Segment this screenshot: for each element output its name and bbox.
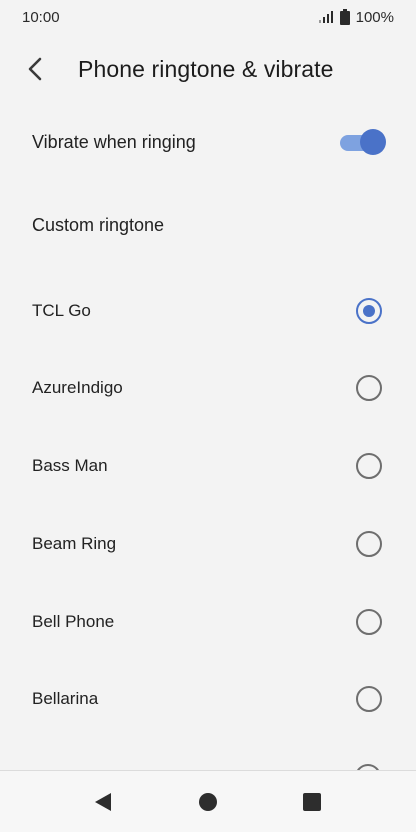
battery-level: 100% xyxy=(355,8,394,26)
status-bar: 10:00 100% xyxy=(0,0,416,34)
custom-ringtone-label: Custom ringtone xyxy=(32,214,165,235)
nav-recents-icon xyxy=(303,793,321,811)
ringtone-item-bass-man[interactable]: Bass Man xyxy=(0,438,416,494)
custom-ringtone-row[interactable]: Custom ringtone xyxy=(0,197,416,253)
battery-icon xyxy=(339,9,350,25)
ringtone-label: Bell Phone xyxy=(32,612,115,631)
radio-button[interactable] xyxy=(356,375,382,401)
navigation-bar xyxy=(0,770,416,832)
back-button[interactable] xyxy=(12,45,60,93)
page-title: Phone ringtone & vibrate xyxy=(78,55,334,82)
ringtone-label: TCL Go xyxy=(32,301,91,320)
ringtone-label: Bass Man xyxy=(32,456,108,475)
ringtone-item-azureindigo[interactable]: AzureIndigo xyxy=(0,360,416,416)
nav-recents-button[interactable] xyxy=(299,789,325,815)
ringtone-label: Bellarina xyxy=(32,689,99,708)
radio-button[interactable] xyxy=(356,686,382,712)
ringtone-label: AzureIndigo xyxy=(32,378,123,397)
nav-home-icon xyxy=(199,793,217,811)
radio-button[interactable] xyxy=(356,453,382,479)
nav-back-button[interactable] xyxy=(90,789,116,815)
status-indicators: 100% xyxy=(318,9,394,26)
app-bar: Phone ringtone & vibrate xyxy=(0,44,416,94)
ringtone-item-bellarina[interactable]: Bellarina xyxy=(0,671,416,727)
nav-back-icon xyxy=(95,793,111,811)
radio-button-selected[interactable] xyxy=(356,298,382,324)
vibrate-toggle[interactable] xyxy=(338,128,386,156)
back-arrow-icon xyxy=(28,57,42,81)
vibrate-when-ringing-row[interactable]: Vibrate when ringing xyxy=(0,114,416,170)
radio-button[interactable] xyxy=(356,609,382,635)
vibrate-label: Vibrate when ringing xyxy=(32,131,196,152)
ringtone-item-beam-ring[interactable]: Beam Ring xyxy=(0,516,416,572)
nav-home-button[interactable] xyxy=(195,789,221,815)
ringtone-label: Beam Ring xyxy=(32,534,117,553)
signal-icon xyxy=(318,11,333,23)
ringtone-item-bell-phone[interactable]: Bell Phone xyxy=(0,594,416,650)
ringtone-item-tcl-go[interactable]: TCL Go xyxy=(0,283,416,339)
toggle-thumb xyxy=(360,129,386,155)
status-time: 10:00 xyxy=(22,8,60,26)
radio-button[interactable] xyxy=(356,531,382,557)
